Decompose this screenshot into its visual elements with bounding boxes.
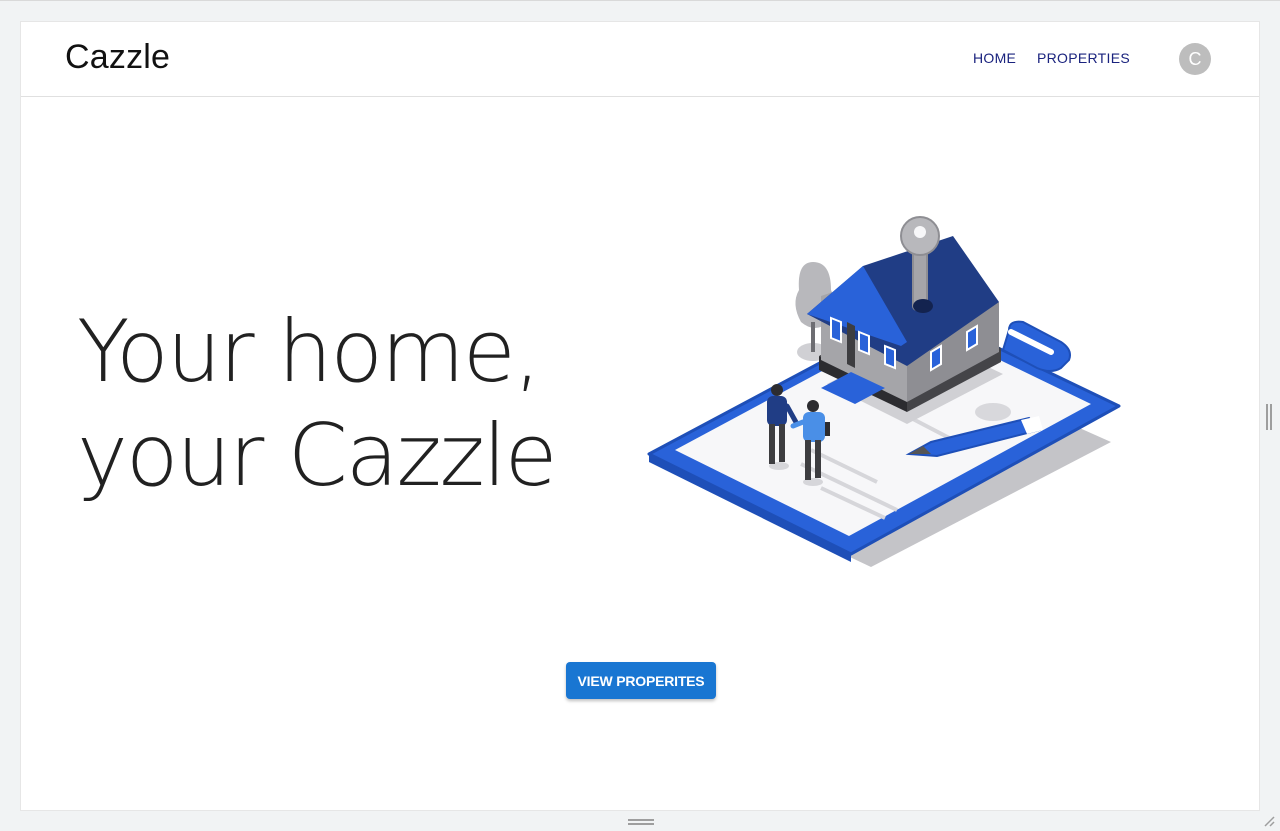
tree-trunk (811, 322, 815, 352)
key-slot (913, 299, 933, 313)
nav-home-link[interactable]: HOME (973, 50, 1016, 66)
paper-dot (975, 403, 1011, 421)
key-hole (914, 226, 926, 238)
hero-title-line-2: your Cazzle (77, 406, 558, 506)
house-door (847, 322, 855, 368)
person-1-head (771, 384, 783, 396)
drag-handle-icon[interactable] (1266, 404, 1272, 430)
house-key-handshake-illustration (647, 216, 1121, 567)
house-window (858, 330, 870, 356)
person-1-body (767, 396, 787, 426)
person-2-head (807, 400, 819, 412)
house-window (884, 344, 896, 370)
view-properties-button[interactable]: VIEW PROPERITES (566, 662, 716, 699)
person-2-folder (825, 422, 830, 436)
person-2-leg (805, 440, 811, 480)
drag-handle-icon[interactable] (628, 819, 654, 825)
person-1-leg (779, 424, 785, 462)
house-window (830, 316, 842, 344)
app-bar: Cazzle HOME PROPERTIES C (21, 22, 1259, 97)
app-frame: Cazzle HOME PROPERTIES C Your home, your… (20, 21, 1260, 811)
person-2-body (803, 412, 825, 442)
person-2-leg (815, 440, 821, 478)
window-top-border (0, 0, 1280, 1)
app-logo[interactable]: Cazzle (65, 38, 170, 77)
user-avatar[interactable]: C (1179, 43, 1211, 75)
person-1-leg (769, 424, 775, 464)
resize-corner-icon[interactable] (1263, 815, 1275, 827)
nav-properties-link[interactable]: PROPERTIES (1037, 50, 1130, 66)
hero-title-line-1: Your home, (77, 302, 541, 402)
hero-title: Your home, your Cazzle (77, 300, 558, 508)
